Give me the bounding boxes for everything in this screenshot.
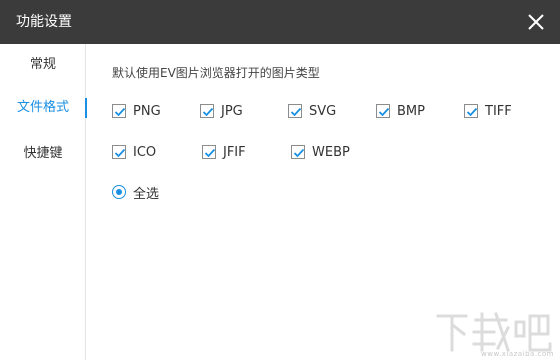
checkmark-icon bbox=[204, 148, 216, 158]
select-all-radio[interactable]: 全选 bbox=[112, 183, 160, 202]
checkbox[interactable] bbox=[112, 145, 126, 159]
format-checkbox-png[interactable]: PNG bbox=[112, 102, 161, 120]
sidebar-item-label: 快捷键 bbox=[23, 146, 63, 161]
watermark-url-text: www.xiazaiba.com bbox=[481, 350, 554, 358]
close-icon bbox=[528, 14, 544, 30]
description-text: 默认使用EV图片浏览器打开的图片类型 bbox=[112, 66, 320, 80]
checkbox-label: BMP bbox=[397, 103, 425, 119]
checkmark-icon bbox=[466, 107, 478, 117]
checkbox-label: ICO bbox=[133, 144, 157, 160]
checkbox[interactable] bbox=[202, 145, 216, 159]
checkmark-icon bbox=[114, 148, 126, 158]
sidebar-item-file-format[interactable]: 文件格式 bbox=[0, 94, 87, 122]
checkbox[interactable] bbox=[291, 145, 305, 159]
sidebar: 常规 文件格式 快捷键 bbox=[0, 44, 87, 360]
watermark-url: www.xiazaiba.com bbox=[481, 350, 554, 358]
checkbox[interactable] bbox=[112, 104, 126, 118]
close-button[interactable] bbox=[524, 10, 548, 34]
radio-button[interactable] bbox=[112, 185, 126, 199]
checkbox-label: JPG bbox=[221, 103, 243, 119]
checkbox[interactable] bbox=[288, 104, 302, 118]
checkmark-icon bbox=[293, 148, 305, 158]
format-checkbox-jfif[interactable]: JFIF bbox=[202, 143, 246, 161]
format-checkbox-svg[interactable]: SVG bbox=[288, 102, 336, 120]
checkbox[interactable] bbox=[464, 104, 478, 118]
radio-label: 全选 bbox=[133, 186, 160, 202]
format-checkbox-bmp[interactable]: BMP bbox=[376, 102, 425, 120]
title-bar: 功能设置 bbox=[0, 0, 560, 44]
format-checkbox-jpg[interactable]: JPG bbox=[200, 102, 243, 120]
checkbox-label: JFIF bbox=[223, 144, 246, 160]
sidebar-item-general[interactable]: 常规 bbox=[0, 51, 86, 79]
format-checkbox-tiff[interactable]: TIFF bbox=[464, 102, 512, 120]
checkmark-icon bbox=[378, 107, 390, 117]
checkbox[interactable] bbox=[200, 104, 214, 118]
checkbox[interactable] bbox=[376, 104, 390, 118]
checkmark-icon bbox=[290, 107, 302, 117]
checkmark-icon bbox=[202, 107, 214, 117]
checkbox-label: SVG bbox=[309, 103, 337, 119]
format-checkbox-ico[interactable]: ICO bbox=[112, 143, 156, 161]
radio-dot bbox=[116, 189, 122, 195]
checkbox-label: PNG bbox=[133, 103, 161, 119]
checkbox-label: TIFF bbox=[485, 103, 512, 119]
sidebar-item-shortcuts[interactable]: 快捷键 bbox=[0, 140, 86, 168]
sidebar-item-label: 常规 bbox=[29, 57, 56, 72]
format-checkbox-webp[interactable]: WEBP bbox=[291, 143, 350, 161]
checkmark-icon bbox=[114, 107, 126, 117]
sidebar-item-label: 文件格式 bbox=[16, 100, 69, 115]
checkbox-label: WEBP bbox=[312, 144, 350, 160]
window-title: 功能设置 bbox=[16, 14, 72, 30]
